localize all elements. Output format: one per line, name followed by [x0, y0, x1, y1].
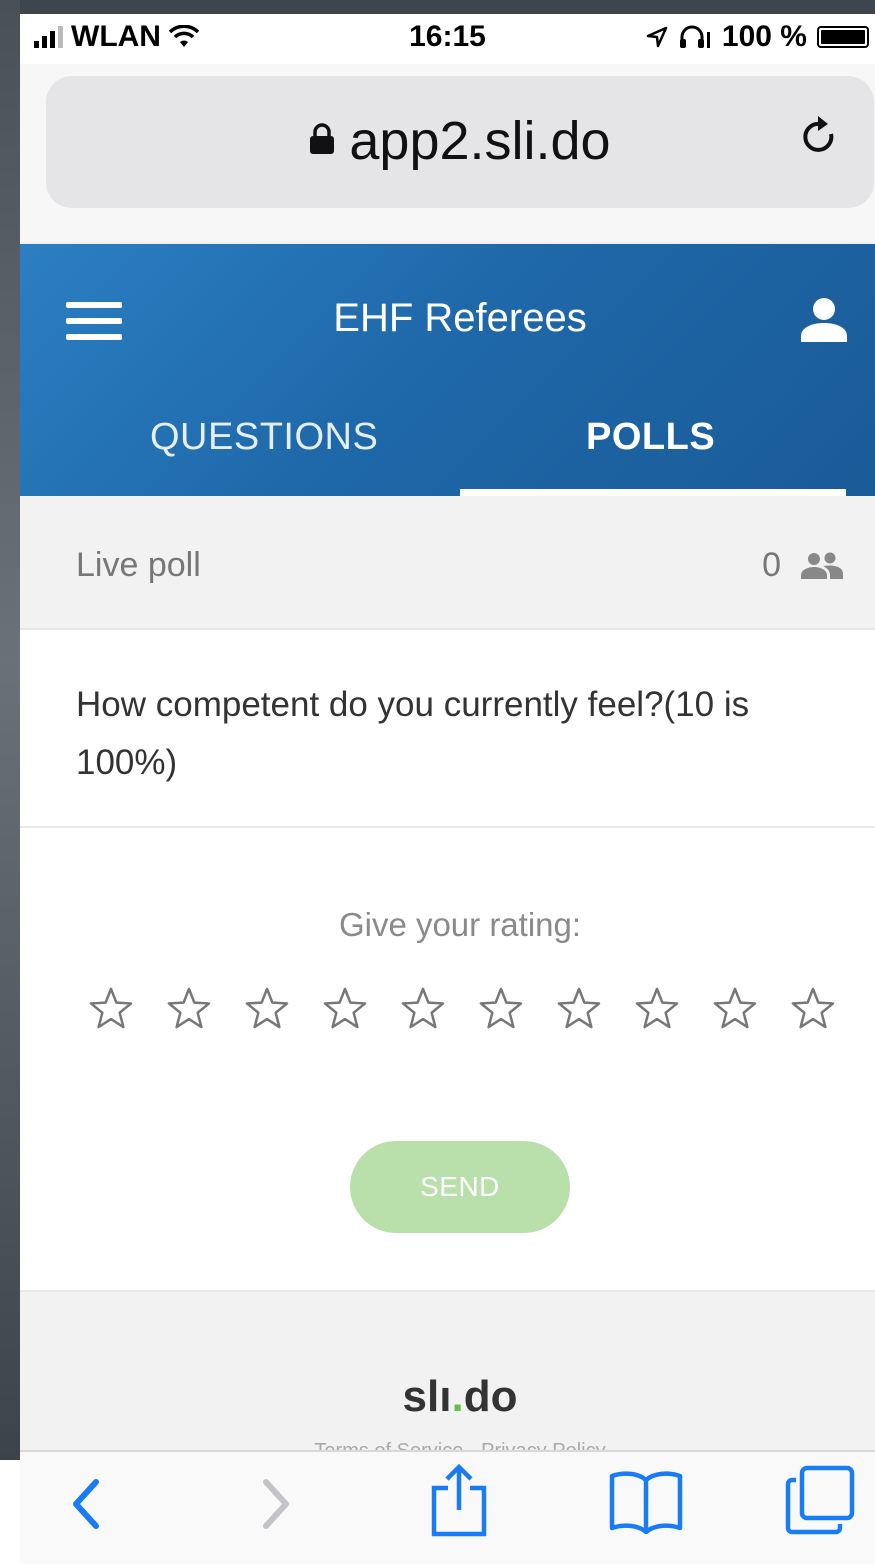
lock-icon	[310, 123, 335, 154]
status-right: 100 %	[646, 20, 869, 54]
tabs-icon[interactable]	[784, 1464, 856, 1536]
logo-dot: .	[451, 1372, 464, 1421]
star-rating	[88, 986, 836, 1032]
live-poll-label: Live poll	[76, 546, 201, 584]
location-icon	[646, 26, 668, 48]
reload-icon[interactable]	[800, 112, 840, 162]
app-header: EHF Referees QUESTIONS POLLS	[20, 244, 875, 496]
star-icon[interactable]	[166, 986, 212, 1032]
live-poll-bar: Live poll 0	[20, 496, 875, 630]
user-icon[interactable]	[799, 294, 849, 344]
participants-icon	[801, 552, 843, 579]
battery-percent: 100 %	[721, 20, 807, 53]
forward-icon[interactable]	[258, 1474, 294, 1534]
phone-screen: WLAN 16:15 100 % app2.sli.do EHF Referee…	[20, 14, 875, 1564]
share-icon[interactable]	[428, 1464, 490, 1538]
logo-text-prefix: slı	[402, 1372, 452, 1421]
event-title: EHF Referees	[333, 296, 587, 340]
address-bar[interactable]: app2.sli.do	[46, 76, 874, 208]
participants-count: 0	[762, 546, 845, 585]
address-text-wrap: app2.sli.do	[46, 110, 874, 172]
star-icon[interactable]	[88, 986, 134, 1032]
url-text: app2.sli.do	[349, 111, 611, 171]
browser-toolbar	[20, 1450, 875, 1564]
back-icon[interactable]	[68, 1474, 104, 1534]
send-button[interactable]: SEND	[350, 1141, 570, 1233]
status-bar: WLAN 16:15 100 %	[20, 14, 875, 64]
star-icon[interactable]	[322, 986, 368, 1032]
poll-question: How competent do you currently feel?(10 …	[76, 685, 750, 782]
device-frame-top	[0, 0, 875, 14]
star-icon[interactable]	[790, 986, 836, 1032]
browser-url-area: app2.sli.do	[20, 64, 875, 244]
star-icon[interactable]	[400, 986, 446, 1032]
headphones-icon	[679, 25, 710, 48]
active-tab-indicator	[460, 489, 846, 496]
star-icon[interactable]	[634, 986, 680, 1032]
star-icon[interactable]	[244, 986, 290, 1032]
rating-prompt: Give your rating:	[338, 906, 582, 943]
star-icon[interactable]	[556, 986, 602, 1032]
participant-number: 0	[762, 546, 781, 584]
divider	[20, 826, 875, 828]
slido-logo: slı.do	[20, 1372, 875, 1422]
tab-polls[interactable]: POLLS	[586, 416, 715, 459]
star-icon[interactable]	[712, 986, 758, 1032]
logo-text-suffix: do	[463, 1372, 518, 1421]
page-footer: slı.do Terms of Service · Privacy Policy	[20, 1290, 875, 1466]
battery-icon	[817, 26, 869, 48]
star-icon[interactable]	[478, 986, 524, 1032]
bookmarks-icon[interactable]	[608, 1468, 684, 1534]
device-frame-left	[0, 0, 20, 1460]
tab-questions[interactable]: QUESTIONS	[150, 416, 378, 459]
